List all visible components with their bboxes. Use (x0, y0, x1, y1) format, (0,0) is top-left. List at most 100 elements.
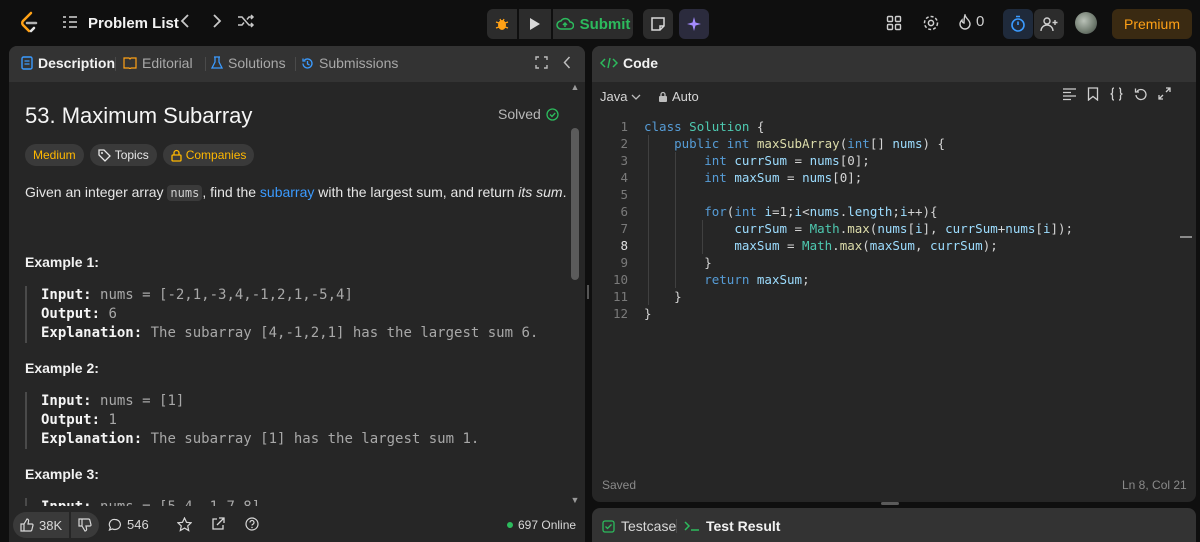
settings-gear-icon[interactable] (922, 12, 940, 34)
leetcode-logo-icon[interactable] (16, 10, 42, 36)
code-line[interactable]: 3 int currSum = nums[0]; (592, 152, 1196, 169)
problem-list-link[interactable]: Problem List (88, 15, 179, 32)
code-line[interactable]: 5 (592, 186, 1196, 203)
description-scrollbar[interactable] (571, 128, 579, 280)
problem-tags: Medium Topics Companies (25, 144, 255, 166)
history-icon (302, 57, 313, 69)
input-label: Input: (41, 393, 92, 409)
tab-description[interactable]: Description (21, 55, 115, 71)
comments-button[interactable]: 546 (108, 517, 149, 532)
line-number: 8 (620, 238, 628, 253)
ai-assistant-button[interactable] (679, 9, 709, 39)
scroll-up-arrow-icon[interactable]: ▲ (570, 82, 580, 92)
language-select[interactable]: Java (600, 89, 641, 104)
comment-icon (108, 518, 121, 531)
code-line[interactable]: 4 int maxSum = nums[0]; (592, 169, 1196, 186)
bookmark-icon[interactable] (1087, 87, 1099, 106)
code-line[interactable]: 11 } (592, 288, 1196, 305)
line-number: 10 (612, 272, 628, 287)
format-align-icon[interactable] (1062, 87, 1077, 106)
list-icon[interactable] (62, 15, 78, 34)
line-number: 9 (620, 255, 628, 270)
share-external-icon[interactable] (211, 517, 225, 531)
flame-icon (959, 13, 971, 30)
tab-code[interactable]: Code (600, 55, 658, 71)
code-line[interactable]: 8 maxSum = Math.max(maxSum, currSum); (592, 237, 1196, 254)
example-3-title: Example 3: (25, 466, 99, 482)
favorite-star-icon[interactable] (177, 517, 192, 532)
action-button-group: Submit (487, 9, 709, 39)
explanation-label: Explanation: (41, 431, 143, 447)
add-user-button[interactable] (1034, 9, 1064, 39)
help-question-icon[interactable] (245, 517, 259, 531)
note-icon (651, 17, 665, 31)
user-avatar[interactable] (1075, 12, 1097, 34)
code-line[interactable]: 6 for(int i=1;i<nums.length;i++){ (592, 203, 1196, 220)
desc-text: Given an integer array (25, 184, 168, 200)
line-number: 7 (620, 221, 628, 236)
editor-toolbar: Java Auto (592, 84, 1196, 110)
code-text: public int maxSubArray(int[] nums) { (674, 136, 946, 151)
code-line[interactable]: 10 return maxSum; (592, 271, 1196, 288)
braces-icon[interactable] (1109, 87, 1124, 106)
submit-button[interactable]: Submit (553, 9, 633, 39)
desc-emphasis: its sum (518, 184, 563, 200)
tab-submissions[interactable]: Submissions (301, 55, 398, 71)
code-text: currSum = Math.max(nums[i], currSum+nums… (734, 221, 1074, 236)
topics-chip[interactable]: Topics (89, 144, 157, 166)
stopwatch-icon (1011, 15, 1025, 32)
tab-testcase[interactable]: Testcase (602, 518, 676, 534)
example-1-block: Input: nums = [-2,1,-3,4,-1,2,1,-5,4] Ou… (25, 286, 538, 343)
collapse-chevron-left-icon[interactable] (563, 56, 571, 69)
vertical-resize-handle[interactable] (881, 502, 899, 505)
thumbs-down-icon (78, 518, 92, 532)
comment-count: 546 (127, 517, 149, 532)
topics-label: Topics (114, 148, 149, 162)
play-icon (530, 18, 540, 30)
description-footer: 38K 546 697 Online (9, 506, 585, 542)
tab-editorial[interactable]: Editorial (123, 55, 193, 71)
tab-submissions-label: Submissions (319, 55, 399, 71)
reset-undo-icon[interactable] (1134, 87, 1148, 106)
chevron-down-icon (632, 94, 641, 100)
timer-button[interactable] (1003, 9, 1033, 39)
check-circle-icon (546, 107, 559, 121)
tab-divider (205, 57, 206, 71)
online-label: 697 Online (518, 518, 577, 532)
auto-mode-toggle[interactable]: Auto (658, 89, 699, 104)
like-button[interactable]: 38K (13, 512, 70, 538)
example-2-title: Example 2: (25, 360, 99, 376)
subarray-link[interactable]: subarray (260, 184, 314, 200)
desc-text: . (562, 184, 567, 200)
desc-text: , find the (202, 184, 260, 200)
fullscreen-icon[interactable] (535, 56, 548, 69)
scroll-down-arrow-icon[interactable]: ▼ (570, 495, 580, 505)
code-line[interactable]: 9 } (592, 254, 1196, 271)
code-header: Code (592, 46, 1196, 82)
tab-divider (676, 519, 677, 533)
code-line[interactable]: 7 currSum = Math.max(nums[i], currSum+nu… (592, 220, 1196, 237)
run-button[interactable] (519, 9, 551, 39)
panel-resize-handle[interactable] (587, 285, 589, 299)
dislike-button[interactable] (71, 512, 100, 538)
tab-test-result[interactable]: Test Result (684, 518, 780, 534)
streak-counter[interactable]: 0 (958, 13, 984, 30)
code-line[interactable]: 12} (592, 305, 1196, 322)
companies-chip[interactable]: Companies (162, 144, 255, 166)
premium-button[interactable]: Premium (1112, 9, 1192, 39)
tab-editorial-label: Editorial (142, 55, 193, 71)
example-2-block: Input: nums = [1] Output: 1 Explanation:… (25, 392, 479, 449)
notes-button[interactable] (643, 9, 673, 39)
code-line[interactable]: 2 public int maxSubArray(int[] nums) { (592, 135, 1196, 152)
like-count: 38K (39, 517, 63, 533)
shuffle-icon[interactable] (236, 12, 256, 34)
expand-icon[interactable] (1158, 87, 1171, 106)
layout-grid-icon[interactable] (886, 12, 902, 34)
next-problem-chevron-right-icon[interactable] (207, 12, 227, 34)
prev-problem-chevron-left-icon[interactable] (175, 12, 195, 34)
debug-button[interactable] (487, 9, 517, 39)
tab-solutions[interactable]: Solutions (211, 55, 286, 71)
code-text: for(int i=1;i<nums.length;i++){ (704, 204, 938, 219)
lock-icon (659, 91, 667, 102)
code-line[interactable]: 1 class Solution { (592, 118, 1196, 135)
